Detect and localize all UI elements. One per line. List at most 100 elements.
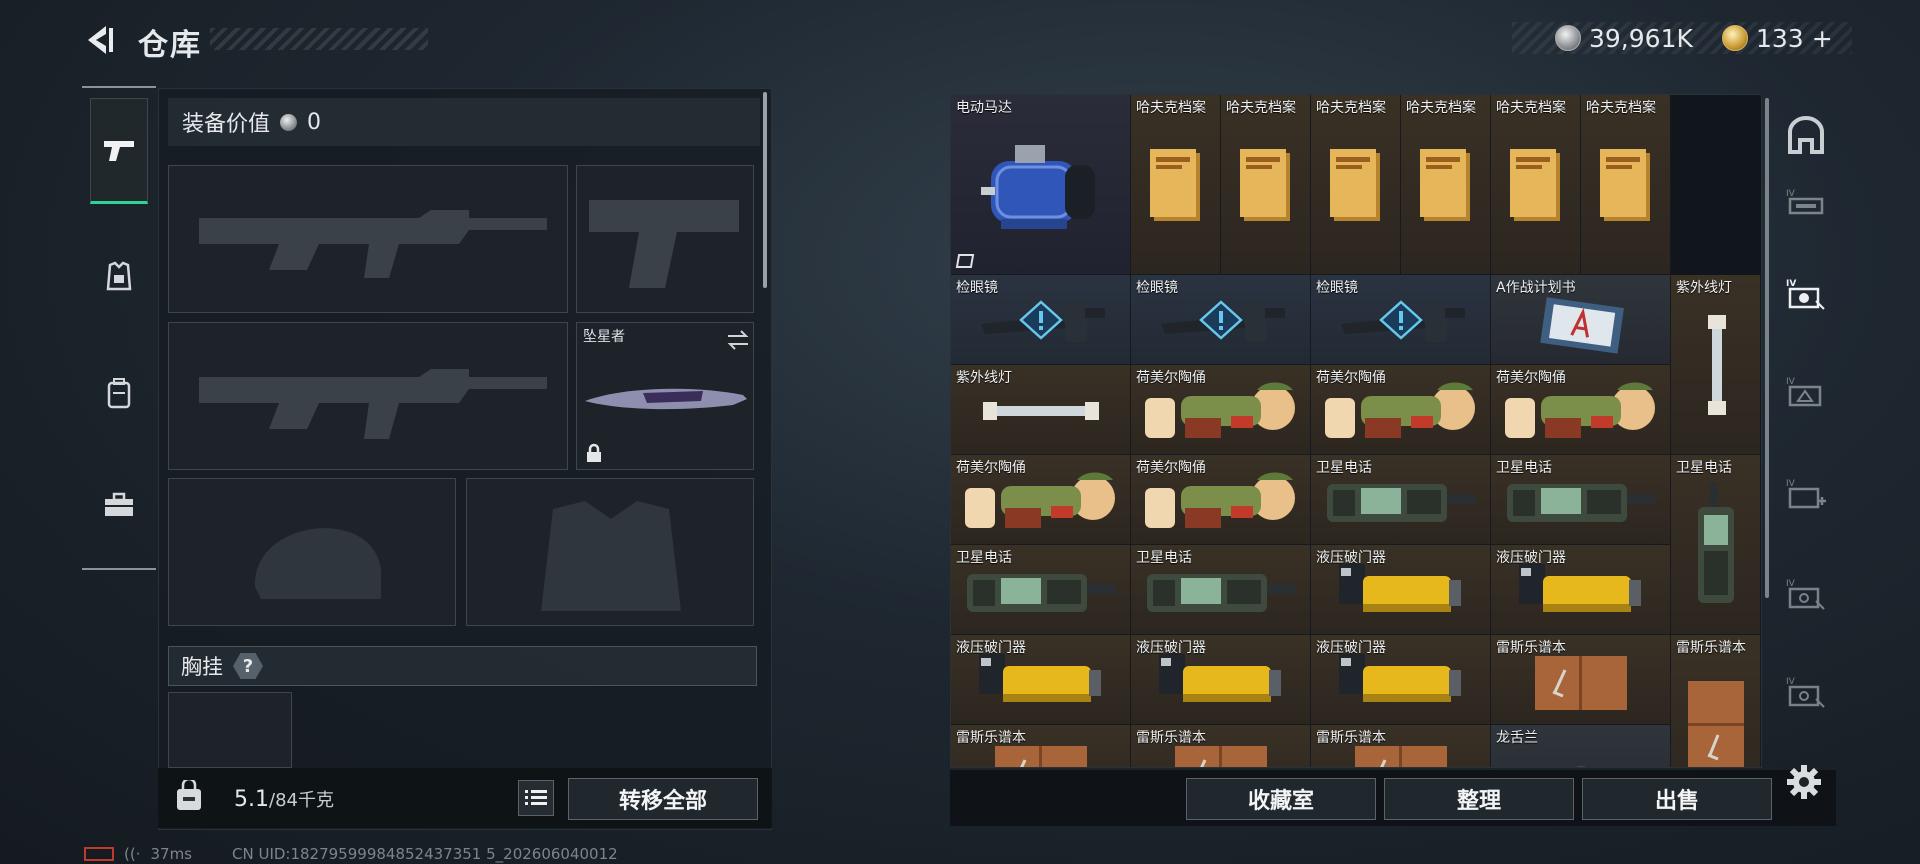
stash-item-hydraulic-breacher[interactable]: 液压破门器 (1491, 545, 1671, 635)
chest-rig-slot[interactable] (168, 692, 292, 768)
stash-item-name: 荷美尔陶俑 (956, 460, 1026, 476)
stash-item-name: 检眼镜 (1136, 280, 1178, 296)
list-view-button[interactable] (518, 780, 554, 816)
silver-currency: 39,961K (1555, 22, 1693, 54)
stash-item-ophthalmoscope[interactable]: 检眼镜 (1131, 275, 1311, 365)
melee-weapon-slot[interactable]: 坠星者 (576, 322, 754, 470)
knife-icon (585, 388, 747, 410)
stash-item-name: 荷美尔陶俑 (1136, 370, 1206, 386)
stash-item-ceramic-figurine[interactable]: 荷美尔陶俑 (1131, 455, 1311, 545)
gold-add-button[interactable]: + (1812, 24, 1833, 53)
silver-coin-icon (280, 113, 298, 131)
gold-amount: 133 (1756, 23, 1804, 53)
chest-rig-label: 胸挂 (181, 655, 223, 679)
collection-room-button[interactable]: 收藏室 (1186, 778, 1376, 820)
stash-item-haavk-dossier[interactable]: 哈夫克档案 (1401, 95, 1491, 275)
transfer-all-button[interactable]: 转移全部 (568, 778, 758, 820)
page-title: 仓库 (138, 28, 202, 63)
case-icon: IV (1786, 677, 1825, 708)
stash-item-satellite-phone[interactable]: 卫星电话 (1311, 455, 1491, 545)
stash-item-music-score[interactable]: 雷斯乐谱本 (1491, 635, 1671, 725)
stash-item-haavk-dossier[interactable]: 哈夫克档案 (1131, 95, 1221, 275)
stash-tab-4[interactable]: IV (1782, 470, 1830, 518)
haavk-dossier-icon (1420, 149, 1470, 221)
stash-item-name: 卫星电话 (1136, 550, 1192, 566)
battery-icon (84, 847, 114, 861)
rail-toolbox[interactable] (90, 452, 148, 558)
stash-tab-6[interactable]: IV (1782, 668, 1830, 716)
stash-item-ceramic-figurine[interactable]: 荷美尔陶俑 (1131, 365, 1311, 455)
stash-tab-3[interactable]: IV (1782, 368, 1830, 416)
title-decoration (210, 28, 428, 50)
stash-item-hydraulic-breacher[interactable]: 液压破门器 (951, 635, 1131, 725)
toolbox-icon (105, 492, 133, 516)
stash-item-ceramic-figurine[interactable]: 荷美尔陶俑 (951, 455, 1131, 545)
stash-item-music-score[interactable]: 雷斯乐谱本 (1311, 725, 1491, 767)
body-armor-slot[interactable] (466, 478, 754, 626)
organize-button[interactable]: 整理 (1384, 778, 1574, 820)
stash-scrollbar[interactable] (1765, 98, 1769, 598)
secondary-weapon-slot[interactable] (576, 165, 754, 313)
stash-tab-5[interactable]: IV (1782, 570, 1830, 618)
stash-item-haavk-dossier[interactable]: 哈夫克档案 (1491, 95, 1581, 275)
stash-item-satellite-phone[interactable]: 卫星电话 (1671, 455, 1761, 635)
haavk-dossier-icon (1600, 149, 1650, 221)
gold-currency[interactable]: 133 + (1722, 22, 1833, 54)
rail-backpack[interactable] (90, 340, 148, 446)
sell-button[interactable]: 出售 (1582, 778, 1772, 820)
stash-item-name: 哈夫克档案 (1496, 100, 1566, 116)
equipment-value-label: 装备价值 (182, 112, 271, 137)
help-icon[interactable]: ? (233, 653, 263, 679)
stash-item-music-score[interactable]: 雷斯乐谱本 (951, 725, 1131, 767)
backpack-icon (107, 378, 131, 409)
stash-item-name: 液压破门器 (1136, 640, 1206, 656)
stash-item-satellite-phone[interactable]: 卫星电话 (1131, 545, 1311, 635)
primary-weapon-slot-1[interactable] (168, 165, 568, 313)
stash-item-satellite-phone[interactable]: 卫星电话 (1491, 455, 1671, 545)
equipment-scrollbar[interactable] (763, 92, 767, 288)
stash-tab-home[interactable] (1782, 112, 1830, 160)
stash-tab-1[interactable]: IV (1782, 178, 1830, 226)
stash-item-name: 卫星电话 (1316, 460, 1372, 476)
vest-silhouette-icon (541, 501, 681, 611)
stash-item-uv-lamp[interactable]: 紫外线灯 (1671, 275, 1761, 455)
primary-weapon-slot-2[interactable] (168, 322, 568, 470)
stash-item-haavk-dossier[interactable]: 哈夫克档案 (1311, 95, 1401, 275)
stash-item-ophthalmoscope[interactable]: 检眼镜 (951, 275, 1131, 365)
stash-item-hydraulic-breacher[interactable]: 液压破门器 (1311, 635, 1491, 725)
uv-lamp-icon (1708, 315, 1726, 415)
stash-item-battle-plan[interactable]: A作战计划书 (1491, 275, 1671, 365)
swap-icon[interactable] (725, 329, 751, 351)
stash-item-electric-motor[interactable]: 电动马达 (951, 95, 1131, 275)
stash-item-name: 检眼镜 (956, 280, 998, 296)
stash-item-ceramic-figurine[interactable]: 荷美尔陶俑 (1491, 365, 1671, 455)
haavk-dossier-icon (1240, 149, 1290, 221)
melee-weapon-name: 坠星者 (583, 329, 625, 345)
stash-item-uv-lamp[interactable]: 紫外线灯 (951, 365, 1131, 455)
stash-tab-rail: IV IV IV IV IV IV (1776, 94, 1836, 768)
back-arrow-icon[interactable] (80, 20, 120, 60)
rail-weapons[interactable] (90, 98, 148, 204)
stash-item-ophthalmoscope[interactable]: 检眼镜 (1311, 275, 1491, 365)
stash-item-ceramic-figurine[interactable]: 荷美尔陶俑 (1311, 365, 1491, 455)
stash-item-name: 哈夫克档案 (1406, 100, 1476, 116)
armor-vest-icon (106, 261, 132, 291)
svg-text:IV: IV (1786, 579, 1796, 589)
stash-item-hydraulic-breacher[interactable]: 液压破门器 (1311, 545, 1491, 635)
helmet-slot[interactable] (168, 478, 456, 626)
stash-item-haavk-dossier[interactable]: 哈夫克档案 (1581, 95, 1671, 275)
stash-item-music-score[interactable]: 雷斯乐谱本 (1671, 635, 1761, 767)
pistol-icon (104, 141, 134, 161)
stash-item-hydraulic-breacher[interactable]: 液压破门器 (1131, 635, 1311, 725)
stash-item-haavk-dossier[interactable]: 哈夫克档案 (1221, 95, 1311, 275)
stash-item-name: 雷斯乐谱本 (1676, 640, 1746, 656)
stash-item-name: 雷斯乐谱本 (1316, 730, 1386, 746)
stash-item-name: 哈夫克档案 (1586, 100, 1656, 116)
wifi-icon: ((· (124, 845, 141, 863)
stash-item-music-score[interactable]: 雷斯乐谱本 (1131, 725, 1311, 767)
settings-gear-icon[interactable] (1784, 762, 1824, 802)
stash-tab-2[interactable]: IV (1782, 270, 1830, 318)
stash-item-tequila[interactable]: 龙舌兰 (1491, 725, 1671, 767)
rail-armor[interactable] (90, 224, 148, 330)
stash-item-satellite-phone[interactable]: 卫星电话 (951, 545, 1131, 635)
